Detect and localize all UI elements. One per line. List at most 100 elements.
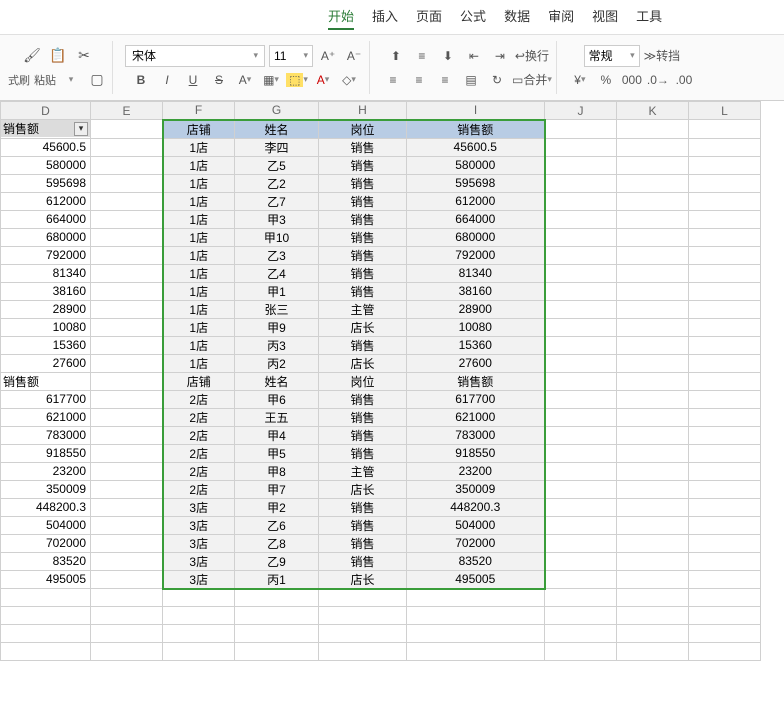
cell[interactable] [617, 552, 689, 570]
cell[interactable]: 2店 [163, 408, 235, 426]
cell[interactable]: 495005 [407, 570, 545, 589]
cell[interactable]: 乙9 [235, 552, 319, 570]
convert-button[interactable]: ≫转挡 [644, 45, 681, 67]
cell[interactable]: 销售额▾ [1, 120, 91, 139]
cell[interactable] [91, 138, 163, 156]
cell[interactable]: 783000 [1, 426, 91, 444]
cell[interactable] [91, 300, 163, 318]
cell[interactable] [617, 426, 689, 444]
cell[interactable] [1, 643, 91, 661]
cell[interactable] [689, 426, 761, 444]
cell[interactable] [689, 372, 761, 390]
cell[interactable] [235, 607, 319, 625]
cell[interactable] [689, 246, 761, 264]
cell[interactable] [91, 318, 163, 336]
align-center-button[interactable]: ≡ [408, 69, 430, 91]
cell[interactable]: 乙6 [235, 516, 319, 534]
cell[interactable] [545, 120, 617, 139]
cell[interactable] [91, 192, 163, 210]
cell[interactable]: 甲8 [235, 462, 319, 480]
cell[interactable]: 504000 [407, 516, 545, 534]
cell[interactable]: 销售 [319, 156, 407, 174]
cell[interactable] [617, 643, 689, 661]
cell[interactable]: 595698 [1, 174, 91, 192]
cell[interactable] [689, 480, 761, 498]
cell[interactable] [163, 589, 235, 607]
cell[interactable] [91, 408, 163, 426]
cell[interactable] [163, 625, 235, 643]
align-right-button[interactable]: ≡ [434, 69, 456, 91]
cell[interactable] [91, 534, 163, 552]
spreadsheet-grid[interactable]: DEFGHIJKL 销售额▾店铺姓名岗位销售额45600.51店李四销售4560… [0, 101, 784, 661]
cell[interactable] [91, 246, 163, 264]
cell[interactable]: 王五 [235, 408, 319, 426]
clear-format-button[interactable]: ◇▾ [338, 69, 360, 91]
cell[interactable] [689, 462, 761, 480]
cell[interactable]: 乙8 [235, 534, 319, 552]
percent-button[interactable]: % [595, 69, 617, 91]
cell[interactable] [689, 156, 761, 174]
cell[interactable] [1, 625, 91, 643]
cell[interactable]: 1店 [163, 228, 235, 246]
cell[interactable] [689, 192, 761, 210]
menu-item-1[interactable]: 插入 [372, 6, 398, 30]
cell[interactable]: 2店 [163, 426, 235, 444]
increase-indent-button[interactable]: ⇥ [489, 45, 511, 67]
menu-item-7[interactable]: 工具 [636, 6, 662, 30]
font-effect-button[interactable]: A▾ [234, 69, 256, 91]
cell[interactable] [545, 408, 617, 426]
column-header[interactable]: D [1, 102, 91, 120]
cell[interactable] [545, 264, 617, 282]
cell[interactable] [617, 625, 689, 643]
comma-button[interactable]: 000 [621, 69, 643, 91]
cell[interactable] [689, 552, 761, 570]
cell[interactable]: 350009 [407, 480, 545, 498]
cell[interactable]: 2店 [163, 444, 235, 462]
currency-button[interactable]: ¥▾ [569, 69, 591, 91]
cell[interactable]: 乙3 [235, 246, 319, 264]
cell[interactable] [91, 552, 163, 570]
cell[interactable] [545, 372, 617, 390]
cell[interactable]: 621000 [407, 408, 545, 426]
cell[interactable]: 10080 [407, 318, 545, 336]
cell[interactable]: 664000 [1, 210, 91, 228]
cell[interactable] [689, 607, 761, 625]
cell[interactable]: 38160 [1, 282, 91, 300]
cell[interactable]: 丙2 [235, 354, 319, 372]
cell[interactable] [617, 210, 689, 228]
cell[interactable] [91, 264, 163, 282]
cut-icon[interactable]: ✂ [73, 45, 95, 67]
cell[interactable] [407, 607, 545, 625]
cell[interactable] [689, 138, 761, 156]
cell[interactable]: 15360 [407, 336, 545, 354]
cell[interactable] [617, 192, 689, 210]
cell[interactable]: 23200 [1, 462, 91, 480]
cell[interactable] [545, 498, 617, 516]
menu-item-5[interactable]: 审阅 [548, 6, 574, 30]
cell[interactable] [91, 462, 163, 480]
cell[interactable]: 店铺 [163, 372, 235, 390]
cell[interactable] [91, 282, 163, 300]
cell[interactable] [91, 228, 163, 246]
cell[interactable]: 店长 [319, 570, 407, 589]
cell[interactable] [91, 390, 163, 408]
cell[interactable] [617, 300, 689, 318]
cell[interactable]: 甲9 [235, 318, 319, 336]
cell[interactable]: 3店 [163, 498, 235, 516]
cell[interactable]: 2店 [163, 462, 235, 480]
cell[interactable]: 销售 [319, 138, 407, 156]
cell[interactable]: 1店 [163, 354, 235, 372]
cell[interactable] [545, 336, 617, 354]
font-size-select[interactable]: 11 ▾ [269, 45, 313, 67]
cell[interactable] [545, 192, 617, 210]
cell[interactable] [91, 426, 163, 444]
cell[interactable]: 1店 [163, 300, 235, 318]
column-header[interactable]: G [235, 102, 319, 120]
decrease-font-button[interactable]: A⁻ [343, 45, 365, 67]
cell[interactable] [91, 174, 163, 192]
cell[interactable]: 680000 [1, 228, 91, 246]
cell[interactable] [407, 589, 545, 607]
cell[interactable]: 702000 [407, 534, 545, 552]
column-header[interactable]: L [689, 102, 761, 120]
cell[interactable]: 销售 [319, 210, 407, 228]
